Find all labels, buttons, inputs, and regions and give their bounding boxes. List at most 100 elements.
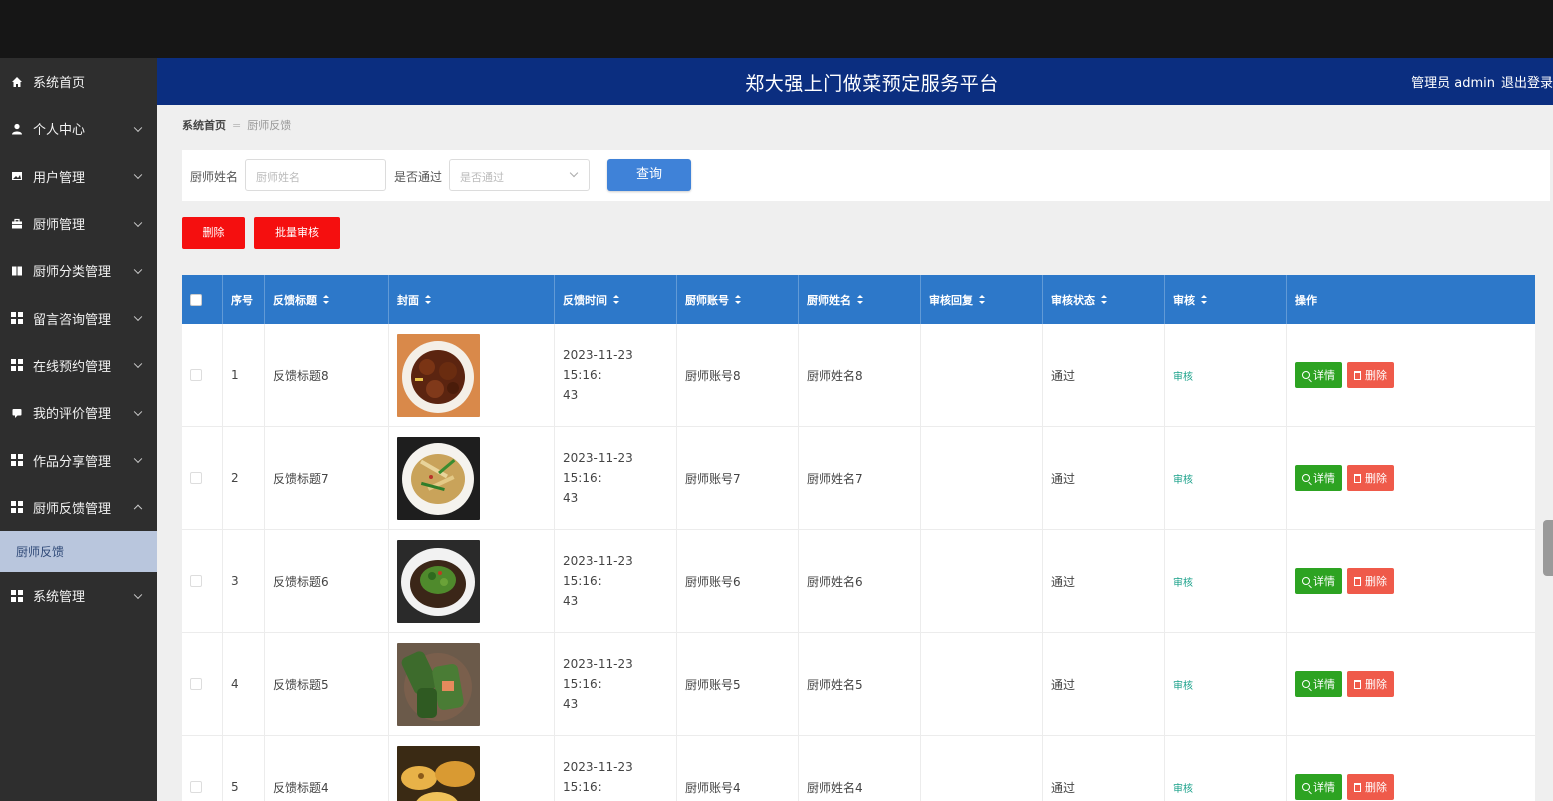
col-name[interactable]: 厨师姓名 <box>799 275 921 324</box>
sidebar-item-chefs[interactable]: 厨师管理 <box>0 200 157 247</box>
row-delete-button[interactable]: 删除 <box>1347 774 1394 800</box>
row-no: 3 <box>223 530 265 632</box>
chevron-down-icon <box>569 168 579 178</box>
table-header: 序号 反馈标题 封面 反馈时间 厨师账号 厨师姓名 审核回复 审核状态 审核 操… <box>182 275 1535 324</box>
row-status: 通过 <box>1043 427 1165 529</box>
row-time-line1: 2023-11-23 15:16: <box>563 348 633 382</box>
row-title: 反馈标题4 <box>265 736 389 801</box>
pass-select-value: 是否通过 <box>460 171 504 184</box>
chevron-down-icon <box>133 170 143 180</box>
cover-image <box>397 745 480 801</box>
sidebar-subitem-feedback[interactable]: 厨师反馈 <box>0 530 157 572</box>
query-button[interactable]: 查询 <box>607 159 691 191</box>
chef-name-input[interactable]: 厨师姓名 <box>245 159 386 191</box>
detail-button[interactable]: 详情 <box>1295 774 1342 800</box>
pass-select[interactable]: 是否通过 <box>449 159 590 191</box>
row-time-line2: 43 <box>563 697 579 711</box>
row-name: 厨师姓名7 <box>799 427 921 529</box>
comment-icon <box>10 406 23 419</box>
delete-button[interactable]: 删除 <box>182 217 245 249</box>
col-audit-label: 审核 <box>1173 293 1195 307</box>
row-time-cell: 2023-11-23 15:16: 43 <box>555 530 677 632</box>
search-icon <box>1302 474 1310 482</box>
sidebar-item-system[interactable]: 系统管理 <box>0 572 157 619</box>
main-content: 系统首页 = 厨师反馈 厨师姓名 厨师姓名 是否通过 是否通过 查询 删除 批量审核… <box>157 105 1553 801</box>
row-name: 厨师姓名6 <box>799 530 921 632</box>
search-panel: 厨师姓名 厨师姓名 是否通过 是否通过 查询 <box>182 150 1550 201</box>
row-cover-cell <box>389 530 555 632</box>
cover-image <box>397 642 480 726</box>
col-reply[interactable]: 审核回复 <box>921 275 1043 324</box>
col-cover-label: 封面 <box>397 293 419 307</box>
sidebar-item-label: 个人中心 <box>33 123 86 139</box>
user-icon <box>10 122 23 135</box>
col-status[interactable]: 审核状态 <box>1043 275 1165 324</box>
row-actions-cell: 详情 删除 <box>1287 736 1535 801</box>
sidebar-item-message[interactable]: 留言咨询管理 <box>0 294 157 341</box>
row-delete-button[interactable]: 删除 <box>1347 362 1394 388</box>
audit-link[interactable]: 审核 <box>1173 780 1193 795</box>
detail-button-label: 详情 <box>1313 472 1335 485</box>
col-account[interactable]: 厨师账号 <box>677 275 799 324</box>
row-checkbox[interactable] <box>190 369 202 381</box>
detail-button[interactable]: 详情 <box>1295 568 1342 594</box>
sidebar-item-reviews[interactable]: 我的评价管理 <box>0 389 157 436</box>
row-no: 2 <box>223 427 265 529</box>
breadcrumb-current: 厨师反馈 <box>247 119 292 132</box>
scrollbar-thumb[interactable] <box>1543 520 1553 576</box>
row-delete-button[interactable]: 删除 <box>1347 671 1394 697</box>
sidebar-item-label: 在线预约管理 <box>33 359 112 375</box>
sidebar-item-booking[interactable]: 在线预约管理 <box>0 342 157 389</box>
row-status: 通过 <box>1043 736 1165 801</box>
chevron-down-icon <box>133 454 143 464</box>
row-status: 通过 <box>1043 633 1165 735</box>
row-delete-label: 删除 <box>1365 781 1387 794</box>
select-all-checkbox[interactable] <box>190 293 202 306</box>
col-title-label: 反馈标题 <box>273 293 317 307</box>
audit-link[interactable]: 审核 <box>1173 677 1193 692</box>
chevron-down-icon <box>133 590 143 599</box>
row-checkbox[interactable] <box>190 575 202 587</box>
search-icon <box>1302 680 1310 688</box>
row-checkbox[interactable] <box>190 472 202 484</box>
audit-link[interactable]: 审核 <box>1173 368 1193 383</box>
row-reply <box>921 530 1043 632</box>
col-title[interactable]: 反馈标题 <box>265 275 389 324</box>
detail-button[interactable]: 详情 <box>1295 465 1342 491</box>
row-delete-button[interactable]: 删除 <box>1347 465 1394 491</box>
col-time[interactable]: 反馈时间 <box>555 275 677 324</box>
batch-audit-button[interactable]: 批量审核 <box>254 217 340 249</box>
sidebar-item-chef-feedback[interactable]: 厨师反馈管理 <box>0 484 157 531</box>
detail-button-label: 详情 <box>1313 369 1335 382</box>
col-audit[interactable]: 审核 <box>1165 275 1287 324</box>
row-delete-button[interactable]: 删除 <box>1347 568 1394 594</box>
row-status: 通过 <box>1043 530 1165 632</box>
row-actions-cell: 详情 删除 <box>1287 427 1535 529</box>
sidebar-item-personal[interactable]: 个人中心 <box>0 105 157 152</box>
detail-button[interactable]: 详情 <box>1295 671 1342 697</box>
grid-icon <box>10 359 23 372</box>
sidebar-item-users[interactable]: 用户管理 <box>0 153 157 200</box>
row-checkbox[interactable] <box>190 678 202 690</box>
row-no: 1 <box>223 324 265 426</box>
row-checkbox[interactable] <box>190 781 202 793</box>
breadcrumb-home[interactable]: 系统首页 <box>182 119 226 132</box>
sidebar-item-home[interactable]: 系统首页 <box>0 58 157 105</box>
sidebar-item-label: 留言咨询管理 <box>33 312 112 328</box>
sidebar-item-works[interactable]: 作品分享管理 <box>0 436 157 483</box>
row-audit-cell: 审核 <box>1165 324 1287 426</box>
col-cover[interactable]: 封面 <box>389 275 555 324</box>
row-audit-cell: 审核 <box>1165 427 1287 529</box>
grid-icon <box>10 589 23 602</box>
row-name: 厨师姓名4 <box>799 736 921 801</box>
audit-link[interactable]: 审核 <box>1173 574 1193 589</box>
chevron-down-icon <box>133 265 143 274</box>
breadcrumb-separator: = <box>232 119 242 132</box>
sidebar-item-chef-category[interactable]: 厨师分类管理 <box>0 247 157 294</box>
logout-link[interactable]: 退出登录 <box>1501 76 1553 91</box>
row-audit-cell: 审核 <box>1165 736 1287 801</box>
row-checkbox-cell <box>182 736 223 801</box>
audit-link[interactable]: 审核 <box>1173 471 1193 486</box>
chevron-up-icon <box>133 504 143 514</box>
detail-button[interactable]: 详情 <box>1295 362 1342 388</box>
